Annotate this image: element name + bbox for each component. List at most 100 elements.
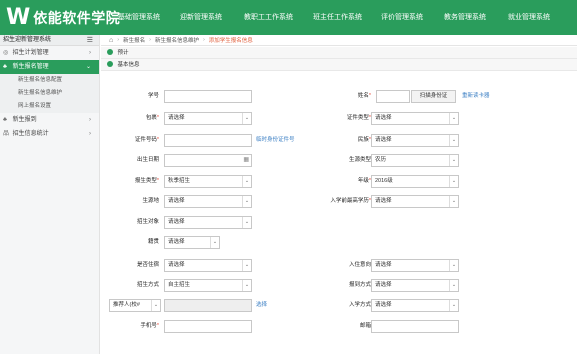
- pre-edu-select[interactable]: 请选择 ⌄: [371, 195, 459, 208]
- referrer-input[interactable]: [164, 299, 252, 312]
- origin-type-select[interactable]: 农历 ⌄: [371, 154, 459, 167]
- id-no-label-text: 证件号码: [134, 137, 157, 143]
- required-mark: *: [156, 137, 159, 143]
- temp-id-link[interactable]: 临时身份证件号: [256, 134, 295, 147]
- boarding-label: 是否住宿: [136, 262, 159, 268]
- admission-label: 入学方式: [348, 302, 371, 308]
- chevron-down-icon: ⌄: [449, 155, 458, 166]
- boarding-select[interactable]: 请选择 ⌄: [164, 259, 252, 272]
- admission-select[interactable]: 请选择 ⌄: [371, 299, 459, 312]
- sidebar-subitem-online[interactable]: 网上报名设置: [0, 100, 99, 113]
- scan-id-button[interactable]: 扫描身份证: [411, 90, 456, 103]
- sidebar-item-registration[interactable]: ♣ 新生报名管理 ⌄: [0, 60, 99, 74]
- sidebar: 招生迎新管理系统 ☰ ◎ 招生计划管理 › ♣ 新生报名管理 ⌄ 新生报名信息配…: [0, 35, 100, 354]
- referrer-type-value: 推荐人(校#: [113, 302, 140, 308]
- breadcrumb-item[interactable]: 新生报名: [123, 36, 145, 44]
- method-select[interactable]: 自主招生 ⌄: [164, 279, 252, 292]
- admission-value: 请选择: [375, 302, 392, 308]
- origin-value: 请选择: [168, 239, 185, 245]
- ethnicity-label-text: 民族: [357, 137, 369, 143]
- origin-select[interactable]: 请选择 ⌄: [164, 236, 220, 249]
- home-icon[interactable]: ⌂: [109, 37, 113, 44]
- nav-enrollment-management[interactable]: 迎新管理系统: [180, 0, 244, 35]
- sidebar-item-label: 新生报名管理: [12, 64, 49, 70]
- nav-basic-management[interactable]: 基础管理系统: [118, 0, 180, 35]
- chevron-down-icon: ⌄: [242, 280, 251, 291]
- calendar-icon[interactable]: ▦: [243, 155, 249, 166]
- breadcrumb-separator: ›: [202, 37, 205, 43]
- grade-label-text: 年级: [357, 178, 369, 184]
- section-title: 基本信息: [117, 62, 140, 68]
- email-label: 邮箱: [359, 323, 371, 329]
- target-value: 请选择: [168, 219, 185, 225]
- name-input[interactable]: [376, 90, 410, 103]
- target-select[interactable]: 请选择 ⌄: [164, 216, 252, 229]
- birth-date-input[interactable]: ▦: [164, 154, 252, 167]
- sidebar-item-report[interactable]: ♣ 新生报到 ›: [0, 113, 99, 127]
- sidebar-title: 招生迎新管理系统 ☰: [0, 35, 99, 46]
- nav-headteacher-work[interactable]: 班主任工作系统: [313, 0, 381, 35]
- source-select[interactable]: 请选择 ⌄: [164, 195, 252, 208]
- report-method-label: 报到方式: [348, 282, 371, 288]
- row-source: 生源地 请选择 ⌄ 入学前最高学历* 请选择 ⌄: [101, 195, 577, 208]
- chevron-down-icon: ⌄: [449, 135, 458, 146]
- origin-label: 籍贯: [147, 239, 159, 245]
- method-label: 招生方式: [136, 282, 159, 288]
- phone-input[interactable]: [164, 320, 252, 333]
- pre-edu-label: 入学前最高学历*: [301, 195, 371, 208]
- section-basic-info[interactable]: 基本信息: [101, 59, 577, 71]
- select-referrer-link[interactable]: 选择: [256, 299, 267, 312]
- nav-employment[interactable]: 就业管理系统: [508, 0, 558, 35]
- breadcrumb-separator: ›: [149, 37, 151, 43]
- student-no-input[interactable]: [164, 90, 252, 103]
- nav-staff-work[interactable]: 教职工工作系统: [244, 0, 313, 35]
- ethnicity-select[interactable]: 请选择 ⌄: [371, 134, 459, 147]
- app-logo[interactable]: W 依能软件学院: [6, 6, 120, 30]
- intent-label: 入住意向: [348, 262, 371, 268]
- nav-academic-affairs[interactable]: 教务管理系统: [444, 0, 508, 35]
- main-content: 预计 基本信息 学号 姓名* 扫描身份证 重新读卡器 包裹* 请选择 ⌄ 证件类型…: [101, 47, 577, 354]
- sitemap-icon: 品: [3, 131, 10, 137]
- ethnicity-value: 请选择: [375, 137, 392, 143]
- id-no-input[interactable]: [164, 134, 252, 147]
- users-icon: ♣: [3, 64, 7, 70]
- student-no-label: 学号: [147, 93, 159, 99]
- chevron-down-icon: ⌄: [242, 260, 251, 271]
- nav-evaluation[interactable]: 评价管理系统: [381, 0, 444, 35]
- chevron-down-icon: ⌄: [449, 280, 458, 291]
- bag-select[interactable]: 请选择 ⌄: [164, 112, 252, 125]
- id-no-label: 证件号码*: [101, 134, 159, 147]
- bag-label-text: 包裹: [145, 115, 157, 121]
- method-value: 自主招生: [168, 282, 191, 288]
- read-card-link[interactable]: 重新读卡器: [462, 90, 490, 103]
- required-mark: *: [156, 115, 159, 121]
- sidebar-subitem-config[interactable]: 新生报名信息配置: [0, 74, 99, 87]
- id-type-select[interactable]: 请选择 ⌄: [371, 112, 459, 125]
- grade-select[interactable]: 2016级 ⌄: [371, 175, 459, 188]
- bag-label: 包裹*: [101, 112, 159, 125]
- sidebar-subitem-maintain[interactable]: 新生报名信息维护: [0, 87, 99, 100]
- chevron-down-icon: ⌄: [449, 176, 458, 187]
- ethnicity-label: 民族*: [316, 134, 371, 147]
- email-input[interactable]: [371, 320, 459, 333]
- intent-select[interactable]: 请选择 ⌄: [371, 259, 459, 272]
- users-icon: ♣: [3, 117, 7, 123]
- report-method-select[interactable]: 请选择 ⌄: [371, 279, 459, 292]
- row-method: 招生方式 自主招生 ⌄ 报到方式 请选择 ⌄: [101, 279, 577, 292]
- chevron-down-icon: ⌄: [85, 64, 91, 70]
- sidebar-item-plan[interactable]: ◎ 招生计划管理 ›: [0, 46, 99, 60]
- enroll-type-select[interactable]: 秋季招生 ⌄: [164, 175, 252, 188]
- enroll-type-label-text: 报生类型: [134, 178, 157, 184]
- chevron-down-icon: ⌄: [449, 113, 458, 124]
- target-icon: ◎: [3, 50, 9, 56]
- enroll-type-value: 秋季招生: [168, 178, 191, 184]
- row-bag: 包裹* 请选择 ⌄ 证件类型* 请选择 ⌄: [101, 112, 577, 125]
- sidebar-item-stats[interactable]: 品 招生信息统计 ›: [0, 127, 99, 141]
- required-mark: *: [368, 93, 371, 99]
- referrer-type-select[interactable]: 推荐人(校# ⌄: [109, 299, 161, 312]
- section-notice[interactable]: 预计: [101, 47, 577, 59]
- breadcrumb-item[interactable]: 新生报名信息维护: [155, 36, 199, 44]
- source-label: 生源地: [142, 198, 159, 204]
- name-label-text: 姓名: [357, 93, 369, 99]
- menu-toggle-icon[interactable]: ☰: [87, 35, 93, 46]
